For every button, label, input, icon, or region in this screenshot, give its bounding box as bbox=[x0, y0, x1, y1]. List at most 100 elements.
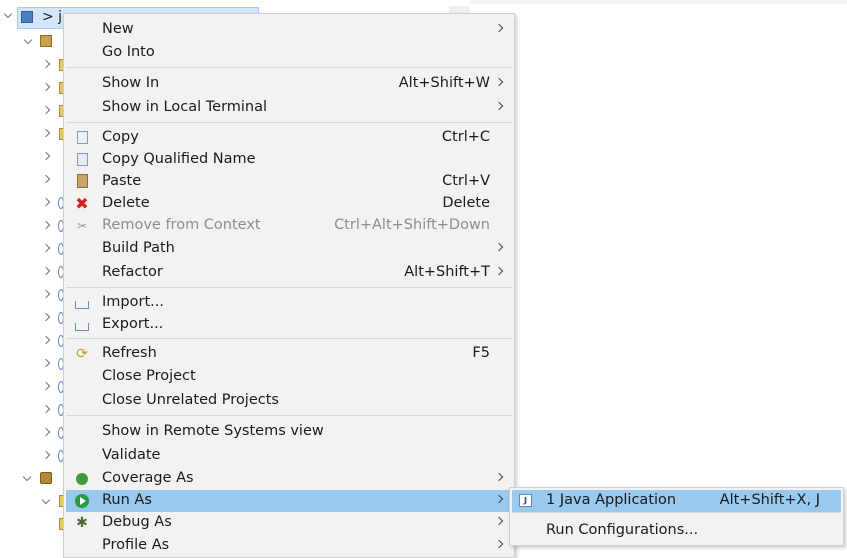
menu-item-show-in-remote-systems-view[interactable]: Show in Remote Systems view bbox=[66, 421, 512, 443]
submenu-item-label: Run Configurations... bbox=[546, 522, 699, 538]
menu-item-profile-as[interactable]: Profile As bbox=[66, 535, 512, 557]
remove-from-context-icon: ✂ bbox=[76, 219, 88, 233]
refresh-icon: ⟳ bbox=[76, 346, 88, 362]
submenu-arrow-icon bbox=[494, 494, 504, 504]
chevron-down-icon[interactable] bbox=[22, 472, 32, 482]
menu-item-export[interactable]: Export... bbox=[66, 314, 512, 336]
menu-item-coverage-as[interactable]: Coverage As bbox=[66, 468, 512, 490]
chevron-right-icon[interactable] bbox=[41, 266, 51, 276]
menu-item-shortcut: Ctrl+V bbox=[442, 173, 490, 189]
chevron-right-icon[interactable] bbox=[41, 289, 51, 299]
chevron-right-icon[interactable] bbox=[41, 335, 51, 345]
chevron-right-icon[interactable] bbox=[41, 197, 51, 207]
chevron-right-icon[interactable] bbox=[41, 220, 51, 230]
menu-item-label: Coverage As bbox=[102, 470, 194, 486]
submenu-arrow-icon bbox=[494, 266, 504, 276]
menu-item-delete[interactable]: ✖ Delete Delete bbox=[66, 193, 512, 215]
chevron-right-icon[interactable] bbox=[41, 381, 51, 391]
project-icon bbox=[21, 11, 33, 23]
menu-item-label: Go Into bbox=[102, 44, 155, 60]
menu-item-build-path[interactable]: Build Path bbox=[66, 238, 512, 260]
menu-separator bbox=[512, 512, 841, 513]
chevron-right-icon[interactable] bbox=[41, 404, 51, 414]
chevron-down-icon[interactable] bbox=[23, 35, 33, 45]
jar-icon bbox=[40, 472, 52, 484]
run-as-submenu: J 1 Java Application Alt+Shift+X, J Run … bbox=[509, 487, 844, 546]
menu-item-label: Close Project bbox=[102, 368, 196, 384]
export-icon bbox=[75, 323, 89, 331]
menu-item-close-project[interactable]: Close Project bbox=[66, 366, 512, 388]
chevron-right-icon[interactable] bbox=[41, 174, 51, 184]
menu-item-label: Refactor bbox=[102, 264, 163, 280]
menu-item-label: Copy Qualified Name bbox=[102, 151, 256, 167]
menu-item-label: Validate bbox=[102, 447, 161, 463]
chevron-right-icon[interactable] bbox=[41, 105, 51, 115]
menu-item-label: New bbox=[102, 21, 134, 37]
chevron-right-icon[interactable] bbox=[41, 312, 51, 322]
menu-separator bbox=[66, 287, 512, 288]
chevron-right-icon[interactable] bbox=[41, 450, 51, 460]
submenu-item-shortcut: Alt+Shift+X, J bbox=[719, 492, 820, 508]
menu-item-go-into[interactable]: Go Into bbox=[66, 42, 512, 64]
menu-item-refactor[interactable]: Refactor Alt+Shift+T bbox=[66, 262, 512, 284]
menu-item-shortcut: Delete bbox=[442, 195, 490, 211]
submenu-item-java-application[interactable]: J 1 Java Application Alt+Shift+X, J bbox=[512, 490, 841, 512]
menu-item-label: Copy bbox=[102, 129, 139, 145]
copy-qualified-name-icon bbox=[77, 153, 88, 166]
chevron-right-icon[interactable] bbox=[41, 358, 51, 368]
menu-item-label: Export... bbox=[102, 316, 164, 332]
menu-item-new[interactable]: New bbox=[66, 19, 512, 41]
menu-item-shortcut: Ctrl+C bbox=[441, 129, 490, 145]
submenu-item-run-configurations[interactable]: Run Configurations... bbox=[512, 520, 841, 542]
menu-item-label: Show In bbox=[102, 75, 160, 91]
menu-item-show-in-local-terminal[interactable]: Show in Local Terminal bbox=[66, 97, 512, 119]
menu-item-label: Paste bbox=[102, 173, 142, 189]
menu-item-refresh[interactable]: ⟳ Refresh F5 bbox=[66, 343, 512, 365]
chevron-right-icon[interactable] bbox=[41, 427, 51, 437]
menu-separator bbox=[66, 338, 512, 339]
menu-item-shortcut: Ctrl+Alt+Shift+Down bbox=[334, 217, 490, 233]
menu-item-label: Remove from Context bbox=[102, 217, 261, 233]
chevron-right-icon[interactable] bbox=[41, 151, 51, 161]
menu-item-remove-from-context: ✂ Remove from Context Ctrl+Alt+Shift+Dow… bbox=[66, 215, 512, 237]
menu-item-label: Import... bbox=[102, 294, 164, 310]
menu-item-label: Refresh bbox=[102, 345, 157, 361]
copy-icon bbox=[77, 131, 88, 144]
menu-item-import[interactable]: Import... bbox=[66, 292, 512, 314]
menu-item-paste[interactable]: Paste Ctrl+V bbox=[66, 171, 512, 193]
run-icon bbox=[75, 494, 89, 508]
chevron-right-icon[interactable] bbox=[41, 243, 51, 253]
menu-item-copy-qualified-name[interactable]: Copy Qualified Name bbox=[66, 149, 512, 171]
menu-item-run-as[interactable]: Run As bbox=[66, 490, 512, 512]
chevron-right-icon[interactable] bbox=[41, 59, 51, 69]
chevron-right-icon[interactable] bbox=[41, 82, 51, 92]
menu-item-shortcut: F5 bbox=[472, 345, 490, 361]
menu-item-validate[interactable]: Validate bbox=[66, 445, 512, 467]
menu-separator bbox=[66, 67, 512, 68]
context-menu: New Go Into Show In Alt+Shift+W Show in … bbox=[63, 13, 515, 558]
menu-item-close-unrelated-projects[interactable]: Close Unrelated Projects bbox=[66, 390, 512, 412]
menu-item-label: Close Unrelated Projects bbox=[102, 392, 279, 408]
menu-item-shortcut: Alt+Shift+W bbox=[398, 75, 490, 91]
paste-icon bbox=[77, 174, 88, 188]
submenu-arrow-icon bbox=[494, 472, 504, 482]
import-icon bbox=[75, 301, 89, 309]
chevron-down-icon[interactable] bbox=[3, 9, 13, 19]
menu-item-show-in[interactable]: Show In Alt+Shift+W bbox=[66, 73, 512, 95]
chevron-down-icon[interactable] bbox=[41, 495, 51, 505]
menu-item-copy[interactable]: Copy Ctrl+C bbox=[66, 127, 512, 149]
editor-area-edge bbox=[470, 0, 847, 4]
coverage-icon bbox=[76, 473, 88, 485]
submenu-arrow-icon bbox=[494, 23, 504, 33]
menu-item-debug-as[interactable]: ✱ Debug As bbox=[66, 512, 512, 534]
menu-item-label: Build Path bbox=[102, 240, 175, 256]
submenu-arrow-icon bbox=[494, 516, 504, 526]
library-icon bbox=[40, 35, 52, 47]
java-app-icon: J bbox=[519, 494, 532, 507]
chevron-right-icon[interactable] bbox=[41, 128, 51, 138]
menu-item-label: Debug As bbox=[102, 514, 172, 530]
menu-item-label: Show in Remote Systems view bbox=[102, 423, 324, 439]
menu-item-label: Profile As bbox=[102, 537, 170, 553]
menu-item-shortcut: Alt+Shift+T bbox=[404, 264, 490, 280]
submenu-arrow-icon bbox=[494, 539, 504, 549]
